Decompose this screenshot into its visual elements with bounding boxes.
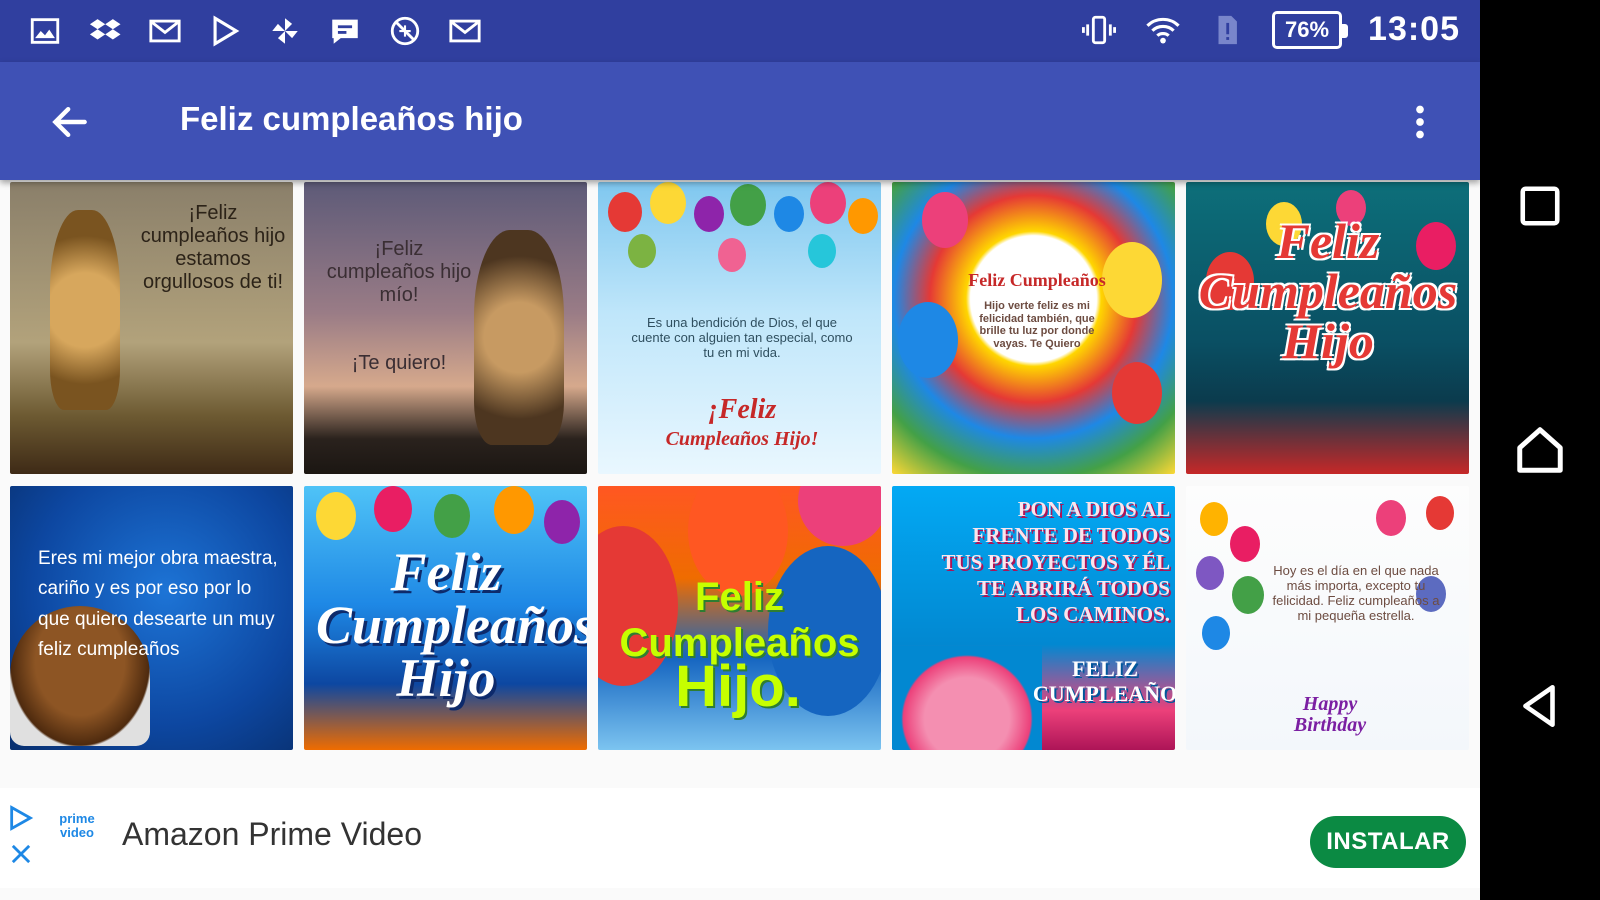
ad-title[interactable]: Amazon Prime Video [122,816,422,853]
tile-text: Cumpleaños Hijo! [665,428,819,450]
more-vert-icon [1416,105,1424,139]
ad-choices-icon [10,805,34,831]
page-title: Feliz cumpleaños hijo [180,100,523,137]
ad-app-logo: prime video [59,811,95,840]
no-data-icon [386,12,424,50]
battery-indicator: 76% [1272,10,1349,49]
arrow-back-icon [52,106,87,138]
install-button[interactable]: INSTALAR [1310,816,1466,868]
close-icon[interactable] [6,840,36,868]
image-tile-4[interactable]: Feliz Cumpleaños Hijo verte feliz es mi … [892,182,1175,474]
status-bar: 76% 13:05 [0,0,1480,62]
home-icon [1517,427,1563,473]
wifi-icon [1144,11,1182,49]
tile-text: Hoy es el día en el que nada más importa… [1272,563,1440,623]
chat-icon [326,12,364,50]
tile-text: FELIZ CUMPLEAÑO [1032,656,1175,707]
tile-text: ¡Feliz cumpleaños hijo estamos orgulloso… [140,202,286,293]
play-store-icon [206,12,244,50]
navigation-bar [1480,0,1600,900]
tile-text: Feliz Cumpleaños Hijo [1198,213,1458,369]
tile-text: Hijo. [675,654,801,719]
image-tile-10[interactable]: Hoy es el día en el que nada más importa… [1186,486,1469,750]
app-bar: Feliz cumpleaños hijo [0,62,1480,180]
tile-text: Es una bendición de Dios, el que cuente … [631,315,853,360]
image-tile-2[interactable]: ¡Feliz cumpleaños hijo mío! ¡Te quiero! [304,182,587,474]
tile-text: Happy Birthday [1293,693,1367,736]
system-status: 76% 13:05 [1080,10,1460,49]
ad-banner[interactable]: prime video Amazon Prime Video INSTALAR [0,788,1480,888]
back-nav-button[interactable] [1510,676,1570,736]
image-tile-6[interactable]: Eres mi mejor obra maestra, cariño y es … [10,486,293,750]
tile-text: PON A DIOS AL FRENTE DE TODOS TUS PROYEC… [941,497,1170,626]
app-screen: 76% 13:05 Feliz cumpleaños hijo ¡Feliz c… [0,0,1480,900]
image-tile-9[interactable]: PON A DIOS AL FRENTE DE TODOS TUS PROYEC… [892,486,1175,750]
triangle-back-icon [1523,684,1555,728]
tile-text: Eres mi mejor obra maestra, cariño y es … [38,548,278,661]
gallery-icon [26,12,64,50]
image-tile-1[interactable]: ¡Feliz cumpleaños hijo estamos orgulloso… [10,182,293,474]
image-tile-5[interactable]: Feliz Cumpleaños Hijo [1186,182,1469,474]
gmail-icon [146,12,184,50]
mail-icon [446,12,484,50]
vibrate-icon [1080,11,1118,49]
tile-text: ¡Feliz cumpleaños hijo mío! [326,238,472,306]
tile-text: Feliz Cumpleaños [968,270,1106,290]
sim-alert-icon [1208,11,1246,49]
image-tile-8[interactable]: Feliz Cumpleaños Hijo. [598,486,881,750]
dropbox-icon [86,12,124,50]
image-tile-3[interactable]: Es una bendición de Dios, el que cuente … [598,182,881,474]
image-tile-7[interactable]: Feliz Cumpleaños Hijo [304,486,587,750]
image-grid: ¡Feliz cumpleaños hijo estamos orgulloso… [10,182,1474,750]
recents-button[interactable] [1510,176,1570,236]
tile-text: ¡Feliz [707,394,777,425]
clock: 13:05 [1368,10,1460,48]
tile-text: Hijo verte feliz es mi felicidad también… [979,300,1095,350]
back-button[interactable] [40,92,100,152]
overflow-menu-button[interactable] [1390,92,1450,152]
tile-text: ¡Te quiero! [351,352,447,374]
ad-choices[interactable] [6,804,36,868]
home-button[interactable] [1510,420,1570,480]
tile-text: Feliz Cumpleaños [619,575,860,665]
pinwheel-icon [266,12,304,50]
square-icon [1520,186,1560,226]
tile-text: Feliz Cumpleaños Hijo [316,542,587,708]
notification-icons [26,12,484,50]
